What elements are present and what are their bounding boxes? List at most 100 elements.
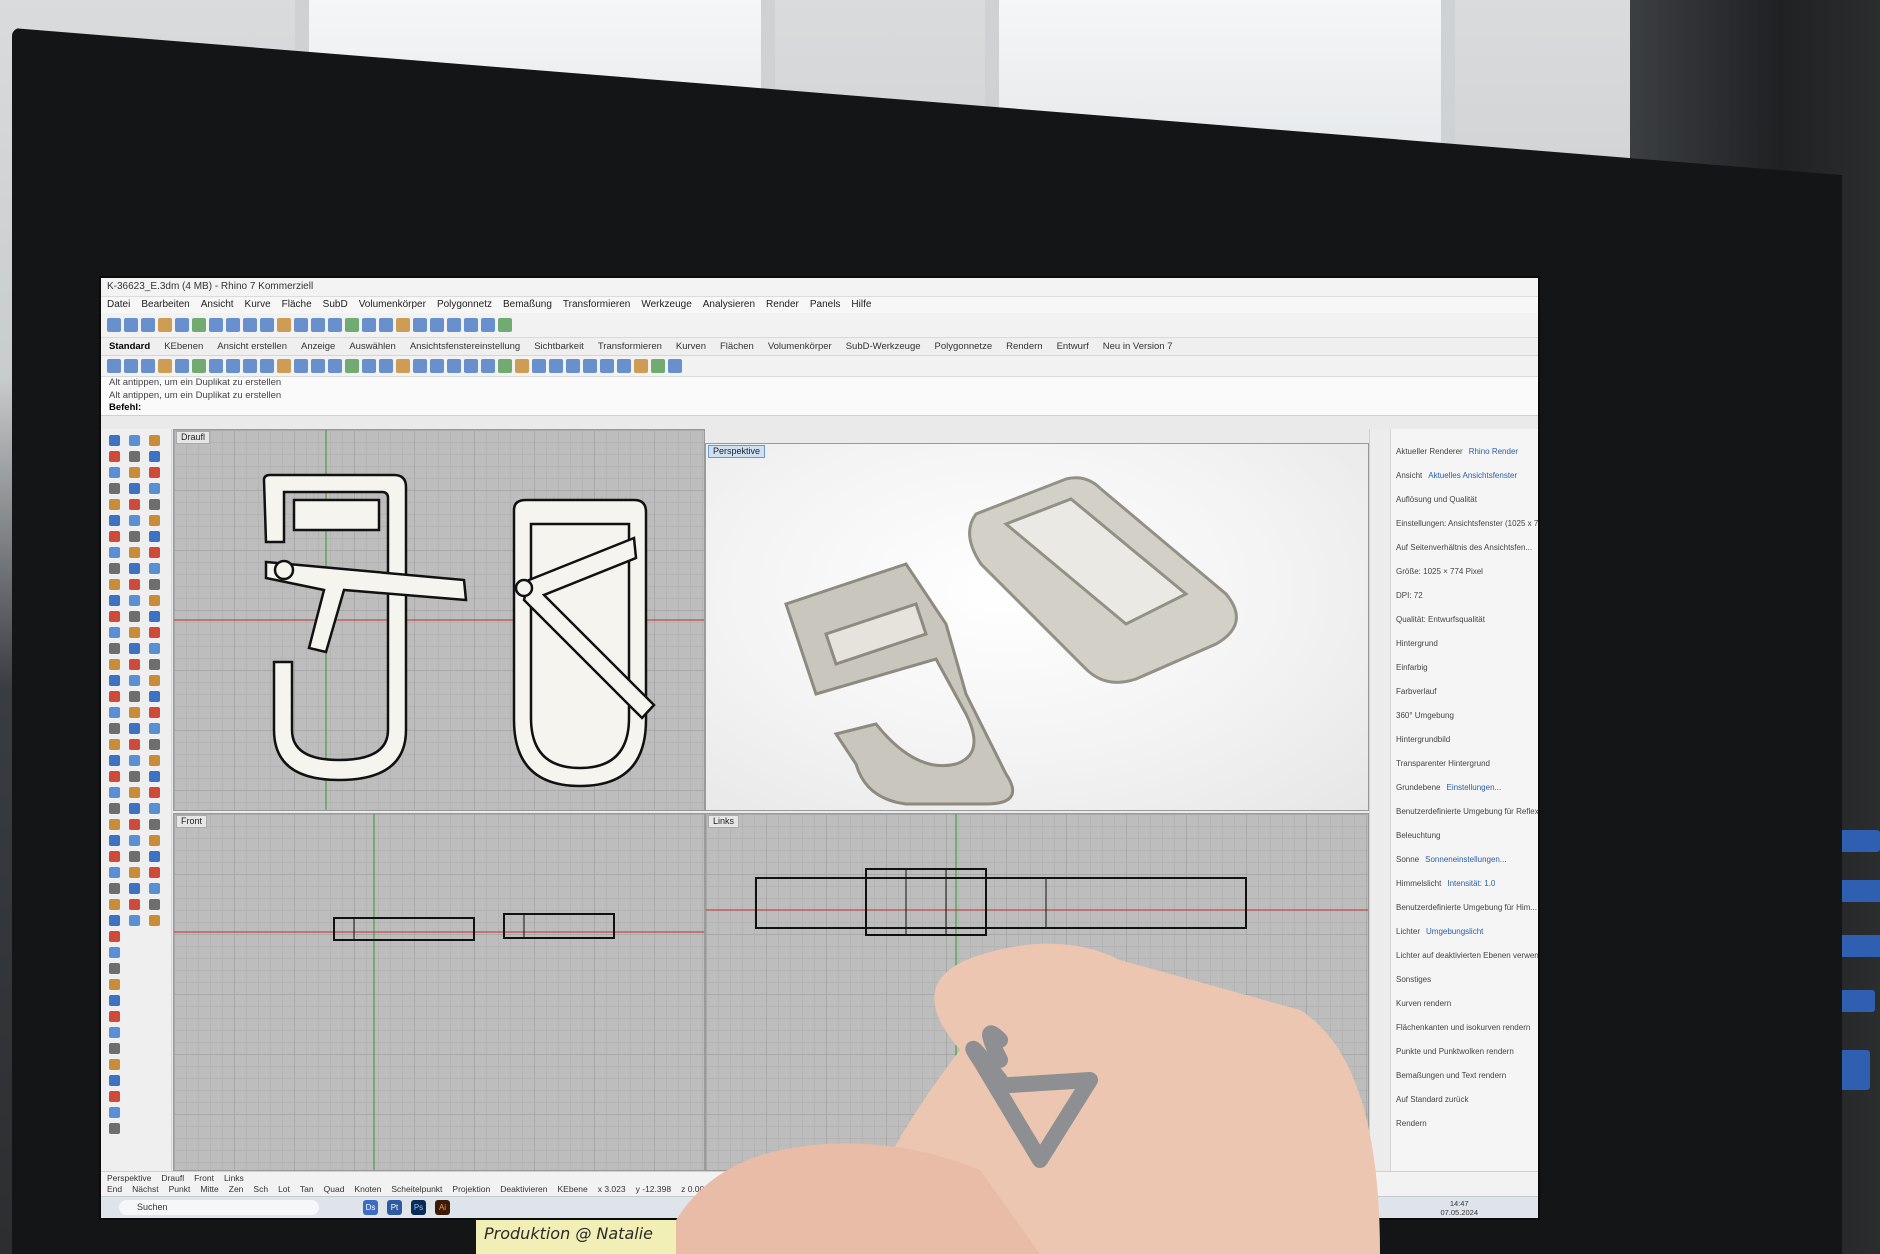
tool-icon[interactable] — [149, 883, 160, 894]
tool-icon[interactable] — [109, 899, 120, 910]
tool-icon[interactable] — [109, 1091, 120, 1102]
viewport-perspective[interactable]: Perspektive — [705, 443, 1369, 811]
toolbar-icon[interactable] — [328, 318, 342, 332]
toolbar-icon[interactable] — [175, 359, 189, 373]
toolbar-icon[interactable] — [430, 318, 444, 332]
toolbar-icon[interactable] — [209, 318, 223, 332]
render-setting-row[interactable]: Lichter auf deaktivierten Ebenen verwend… — [1396, 951, 1538, 960]
status-mode-toggle[interactable]: Rasterfang — [794, 1184, 836, 1194]
tool-icon[interactable] — [109, 1043, 120, 1054]
tool-icon[interactable] — [109, 1123, 120, 1134]
tool-icon[interactable] — [149, 835, 160, 846]
toolbar-icon[interactable] — [447, 359, 461, 373]
osnap-checkbox[interactable]: Quad — [324, 1184, 345, 1194]
tab-polygonnetze[interactable]: Polygonnetze — [935, 338, 993, 355]
menu-panels[interactable]: Panels — [810, 297, 841, 313]
tab-ansichtsfenstereinstellung[interactable]: Ansichtsfenstereinstellung — [410, 338, 520, 355]
status-mode-toggle[interactable]: Planar — [877, 1184, 902, 1194]
toolbar-icon[interactable] — [175, 318, 189, 332]
toolbar-icon[interactable] — [192, 359, 206, 373]
render-setting-value[interactable]: Intensität: 1.0 — [1447, 879, 1495, 888]
tool-icon[interactable] — [109, 435, 120, 446]
toolbar-icon[interactable] — [277, 318, 291, 332]
viewport-perspective-label[interactable]: Perspektive — [708, 445, 766, 458]
tool-icon[interactable] — [129, 915, 140, 926]
toolbar-icon[interactable] — [379, 359, 393, 373]
tool-icon[interactable] — [129, 819, 140, 830]
osnap-checkbox[interactable]: End — [107, 1184, 122, 1194]
render-setting-row[interactable]: Hintergrundbild — [1396, 735, 1450, 744]
toolbar-icon[interactable] — [481, 359, 495, 373]
tool-icon[interactable] — [109, 1027, 120, 1038]
tool-icon[interactable] — [129, 515, 140, 526]
tool-icon[interactable] — [129, 659, 140, 670]
viewport-front[interactable]: Front — [173, 813, 705, 1171]
tool-icon[interactable] — [129, 499, 140, 510]
toolbar-icon[interactable] — [430, 359, 444, 373]
tool-icon[interactable] — [129, 883, 140, 894]
tool-icon[interactable] — [129, 739, 140, 750]
render-setting-row[interactable]: Sonstiges — [1396, 975, 1431, 984]
tool-icon[interactable] — [149, 787, 160, 798]
render-setting-row[interactable]: Größe: 1025 × 774 Pixel — [1396, 567, 1483, 576]
render-setting-row[interactable]: Rendern — [1396, 1119, 1427, 1128]
tab-flaechen[interactable]: Flächen — [720, 338, 754, 355]
tool-icon[interactable] — [129, 435, 140, 446]
tool-icon[interactable] — [149, 467, 160, 478]
tab-rendern[interactable]: Rendern — [1006, 338, 1042, 355]
tool-icon[interactable] — [109, 963, 120, 974]
tab-sichtbarkeit[interactable]: Sichtbarkeit — [534, 338, 584, 355]
tool-icon[interactable] — [109, 499, 120, 510]
menu-ansicht[interactable]: Ansicht — [201, 297, 234, 313]
tool-icon[interactable] — [109, 835, 120, 846]
tab-anzeige[interactable]: Anzeige — [301, 338, 335, 355]
osnap-checkbox[interactable]: Punkt — [169, 1184, 191, 1194]
menu-analysieren[interactable]: Analysieren — [703, 297, 755, 313]
tool-icon[interactable] — [129, 867, 140, 878]
render-setting-row[interactable]: Farbverlauf — [1396, 687, 1436, 696]
toolbar-icon[interactable] — [617, 359, 631, 373]
menu-werkzeuge[interactable]: Werkzeuge — [641, 297, 691, 313]
osnap-checkbox[interactable]: Knoten — [354, 1184, 381, 1194]
tool-icon[interactable] — [129, 483, 140, 494]
viewport-tab[interactable]: Draufl — [161, 1173, 184, 1183]
tool-icon[interactable] — [129, 627, 140, 638]
viewport-tab[interactable]: Perspektive — [107, 1173, 151, 1183]
toolbar-icon[interactable] — [243, 318, 257, 332]
toolbar-icon[interactable] — [345, 359, 359, 373]
tool-icon[interactable] — [129, 835, 140, 846]
render-setting-value[interactable]: Sonneneinstellungen... — [1425, 855, 1506, 864]
status-mode-toggle[interactable]: Ortho — [845, 1184, 866, 1194]
render-setting-row[interactable]: Punkte und Punktwolken rendern — [1396, 1047, 1514, 1056]
tool-icon[interactable] — [109, 675, 120, 686]
tool-icon[interactable] — [109, 755, 120, 766]
toolbar-icon[interactable] — [362, 318, 376, 332]
osnap-checkbox[interactable]: Zen — [229, 1184, 244, 1194]
osnap-checkbox[interactable]: Mitte — [200, 1184, 218, 1194]
tool-icon[interactable] — [129, 595, 140, 606]
menu-render[interactable]: Render — [766, 297, 799, 313]
tool-icon[interactable] — [149, 499, 160, 510]
toolbar-icon[interactable] — [124, 359, 138, 373]
tab-transformieren[interactable]: Transformieren — [598, 338, 662, 355]
tool-icon[interactable] — [109, 515, 120, 526]
tool-icon[interactable] — [149, 611, 160, 622]
osnap-checkbox[interactable]: Tan — [300, 1184, 314, 1194]
toolbar-icon[interactable] — [447, 318, 461, 332]
render-setting-row[interactable]: DPI: 72 — [1396, 591, 1423, 600]
tool-icon[interactable] — [149, 643, 160, 654]
toolbar-icon[interactable] — [498, 318, 512, 332]
toolbar-icon[interactable] — [107, 359, 121, 373]
toolbar-icon[interactable] — [651, 359, 665, 373]
render-setting-row[interactable]: Auf Standard zurück — [1396, 1095, 1468, 1104]
render-setting-row[interactable]: Qualität: Entwurfsqualität — [1396, 615, 1485, 624]
viewport-top[interactable]: Draufl — [173, 429, 705, 811]
render-setting-row[interactable]: Benutzerdefinierte Umgebung für Reflexio… — [1396, 807, 1538, 816]
tool-icon[interactable] — [109, 563, 120, 574]
tool-icon[interactable] — [149, 755, 160, 766]
toolbar-icon[interactable] — [413, 359, 427, 373]
tab-kebenen[interactable]: KEbenen — [164, 338, 203, 355]
tool-icon[interactable] — [109, 627, 120, 638]
toolbar-icon[interactable] — [515, 359, 529, 373]
tool-icon[interactable] — [149, 707, 160, 718]
